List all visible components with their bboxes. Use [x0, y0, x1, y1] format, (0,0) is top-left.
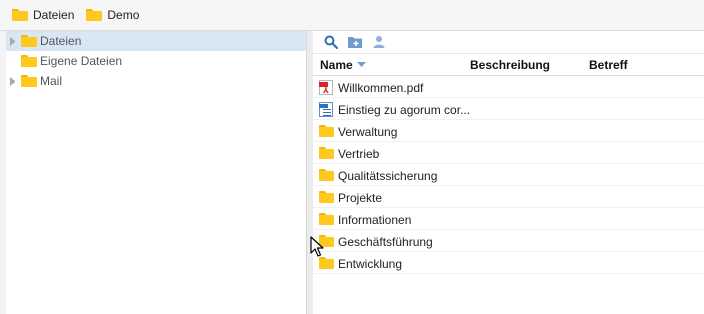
- file-row[interactable]: Einstieg zu agorum cor...: [313, 98, 704, 120]
- folder-row[interactable]: Verwaltung: [313, 120, 704, 142]
- folder-name: Entwicklung: [338, 257, 403, 271]
- file-name: Willkommen.pdf: [338, 81, 424, 95]
- folder-name: Verwaltung: [338, 125, 398, 139]
- tree-item-mail[interactable]: Mail: [6, 71, 306, 91]
- document-file-icon: [319, 102, 333, 117]
- folder-icon: [21, 35, 37, 47]
- breadcrumb-item-dateien[interactable]: Dateien: [12, 8, 74, 22]
- folder-icon: [21, 75, 37, 87]
- user-icon: [373, 36, 385, 48]
- folder-icon: [86, 9, 103, 21]
- user-button[interactable]: [371, 34, 387, 50]
- folder-name: Vertrieb: [338, 147, 380, 161]
- folder-icon: [21, 55, 37, 67]
- breadcrumb: Dateien Demo: [0, 0, 704, 31]
- column-subject-header[interactable]: Betreff: [589, 58, 628, 72]
- tree-item-label: Dateien: [40, 34, 82, 48]
- folder-row[interactable]: Geschäftsführung: [313, 230, 704, 252]
- column-subject-label: Betreff: [589, 58, 628, 72]
- folder-name: Informationen: [338, 213, 412, 227]
- file-toolbar: [313, 31, 704, 54]
- tree-item-eigene-dateien[interactable]: Eigene Dateien: [6, 51, 306, 71]
- column-description-header[interactable]: Beschreibung: [470, 58, 550, 72]
- breadcrumb-item-demo[interactable]: Demo: [86, 8, 139, 22]
- file-list-pane: Name Beschreibung Betreff ⅄ Willkommen.p…: [313, 31, 704, 314]
- folder-name: Qualitätssicherung: [338, 169, 438, 183]
- folder-name: Geschäftsführung: [338, 235, 433, 249]
- folder-icon: [319, 147, 334, 159]
- file-list: ⅄ Willkommen.pdf Einstieg zu agorum cor.…: [313, 76, 704, 274]
- tree-item-label: Mail: [40, 74, 63, 88]
- new-folder-button[interactable]: [347, 34, 363, 50]
- column-header-row: Name Beschreibung Betreff: [313, 54, 704, 76]
- pdf-file-icon: ⅄: [319, 80, 333, 95]
- search-icon: [324, 35, 338, 49]
- folder-icon: [319, 213, 334, 225]
- sort-desc-icon: [356, 62, 366, 67]
- folder-icon: [319, 191, 334, 203]
- folder-row[interactable]: Vertrieb: [313, 142, 704, 164]
- breadcrumb-label: Demo: [107, 8, 140, 22]
- breadcrumb-label: Dateien: [33, 8, 75, 22]
- file-name: Einstieg zu agorum cor...: [338, 103, 471, 117]
- column-name-label: Name: [320, 58, 353, 72]
- folder-icon: [12, 9, 28, 21]
- folder-row[interactable]: Qualitätssicherung: [313, 164, 704, 186]
- folder-row[interactable]: Informationen: [313, 208, 704, 230]
- column-description-label: Beschreibung: [470, 58, 551, 72]
- mouse-pointer-icon: [310, 236, 324, 257]
- folder-row[interactable]: Projekte: [313, 186, 704, 208]
- folder-icon: [319, 125, 334, 137]
- new-folder-icon: [348, 37, 362, 48]
- tree-item-label: Eigene Dateien: [40, 54, 123, 68]
- search-button[interactable]: [323, 34, 339, 50]
- folder-icon: [319, 169, 334, 181]
- column-name-header[interactable]: Name: [320, 58, 366, 72]
- folder-name: Projekte: [338, 191, 383, 205]
- expand-arrow-icon[interactable]: [10, 36, 15, 46]
- file-row[interactable]: ⅄ Willkommen.pdf: [313, 76, 704, 98]
- expand-arrow-icon[interactable]: [10, 76, 15, 86]
- folder-tree: Dateien Eigene Dateien Mail: [6, 31, 307, 314]
- tree-item-dateien[interactable]: Dateien: [6, 31, 306, 51]
- folder-row[interactable]: Entwicklung: [313, 252, 704, 274]
- folder-icon: [319, 257, 334, 269]
